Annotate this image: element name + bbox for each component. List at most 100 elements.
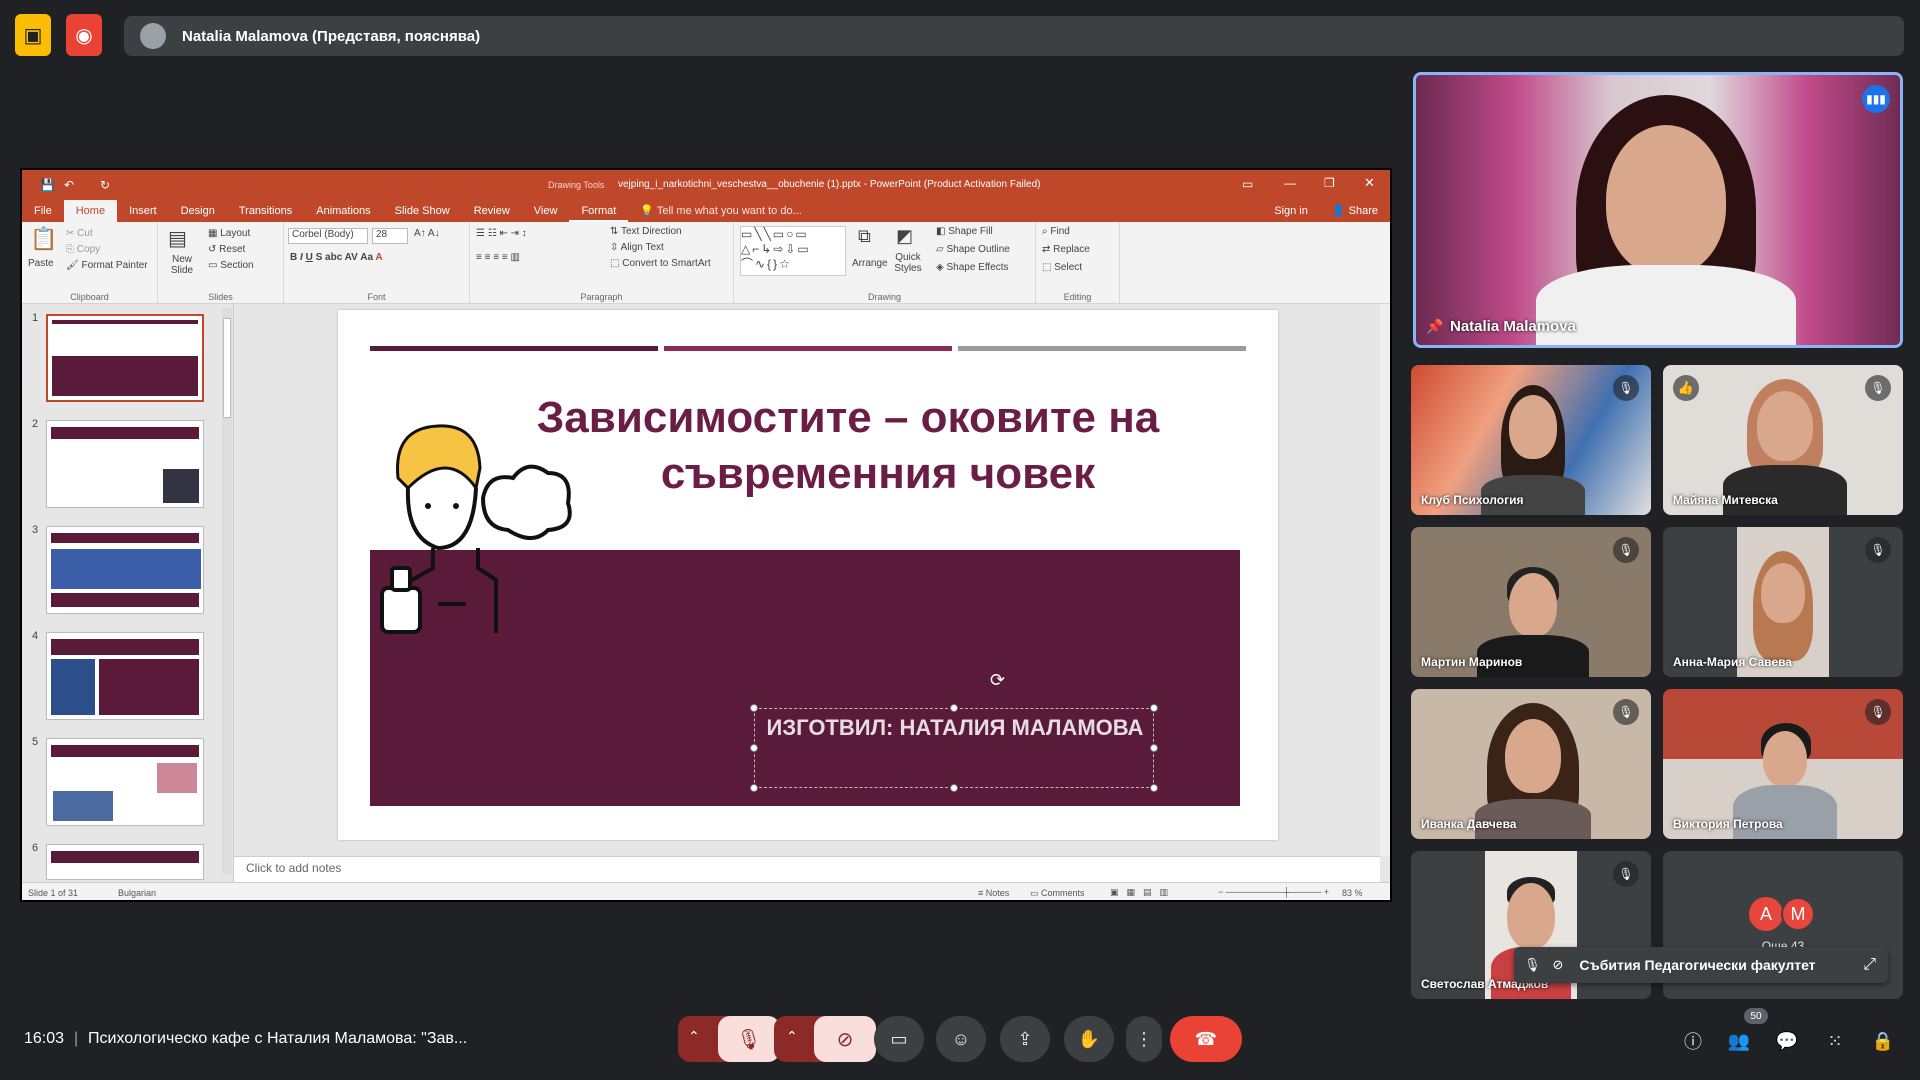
activities-icon[interactable]: ⁙ bbox=[1818, 1024, 1852, 1058]
raise-hand-button[interactable]: ✋ bbox=[1064, 1016, 1114, 1062]
font-grow-icon[interactable]: A↑ A↓ bbox=[414, 228, 440, 239]
participant-tile[interactable]: 🎙 Иванка Давчева bbox=[1411, 689, 1651, 839]
host-controls-icon[interactable]: 🔒 bbox=[1866, 1024, 1900, 1058]
notes-button[interactable]: ≡ Notes bbox=[978, 888, 1009, 898]
tab-insert[interactable]: Insert bbox=[117, 200, 169, 222]
slide-thumbnail-3[interactable] bbox=[46, 526, 204, 614]
presenter-tile[interactable]: ▮▮▮ Natalia Malamova 📌 bbox=[1413, 72, 1903, 348]
save-icon[interactable]: 💾 bbox=[40, 178, 55, 192]
font-size-box[interactable]: 28 bbox=[372, 228, 408, 244]
section-button[interactable]: ▭ Section bbox=[208, 260, 254, 271]
tab-format[interactable]: Format bbox=[569, 200, 629, 222]
author-textbox[interactable]: ИЗГОТВИЛ: НАТАЛИЯ МАЛАМОВА bbox=[754, 708, 1154, 788]
tab-transitions[interactable]: Transitions bbox=[227, 200, 304, 222]
zoom-slider[interactable]: − ─────────┼───── + bbox=[1218, 887, 1329, 897]
shape-outline-button[interactable]: ▱ Shape Outline bbox=[936, 244, 1010, 255]
restore-icon[interactable]: ❐ bbox=[1324, 176, 1335, 190]
list-icons[interactable]: ☰ ☷ ⇤ ⇥ ↕ bbox=[476, 228, 527, 239]
share-button[interactable]: 👤 Share bbox=[1320, 200, 1390, 222]
font-format-icons[interactable]: B I U S abc AV Aa A bbox=[290, 252, 383, 263]
replace-button[interactable]: ⇄ Replace bbox=[1042, 244, 1090, 255]
rotate-handle-icon[interactable]: ⟳ bbox=[990, 670, 1005, 691]
current-slide[interactable]: Зависимостите – оковите на съвременния ч… bbox=[338, 310, 1278, 840]
scroll-thumb[interactable] bbox=[223, 318, 231, 418]
new-slide-icon[interactable]: ▤ bbox=[168, 226, 187, 251]
camera-toggle-button[interactable]: ⊘ bbox=[814, 1016, 876, 1062]
sign-in-link[interactable]: Sign in bbox=[1262, 200, 1320, 222]
tab-animations[interactable]: Animations bbox=[304, 200, 382, 222]
chat-icon[interactable]: 💬 bbox=[1770, 1024, 1804, 1058]
resize-handle[interactable] bbox=[950, 784, 958, 792]
meeting-details-icon[interactable]: ⓘ bbox=[1676, 1024, 1710, 1058]
minimize-icon[interactable]: — bbox=[1284, 176, 1296, 190]
camera-options-chevron-icon[interactable]: ⌃ bbox=[786, 1028, 798, 1045]
resize-handle[interactable] bbox=[1150, 744, 1158, 752]
find-button[interactable]: ⌕ Find bbox=[1042, 226, 1070, 237]
pin-icon[interactable]: 📌 bbox=[1426, 318, 1443, 335]
comments-button[interactable]: ▭ Comments bbox=[1030, 888, 1085, 899]
tab-view[interactable]: View bbox=[522, 200, 570, 222]
format-painter-button[interactable]: 🖌 Format Painter bbox=[66, 260, 148, 271]
view-buttons[interactable]: ▣▦▤▥ bbox=[1110, 887, 1176, 898]
resize-handle[interactable] bbox=[750, 784, 758, 792]
text-direction-button[interactable]: ⇅ Text Direction bbox=[610, 226, 682, 237]
resize-handle[interactable] bbox=[750, 744, 758, 752]
slide-thumbnail-6[interactable] bbox=[46, 844, 204, 880]
paste-icon[interactable]: 📋 bbox=[30, 226, 57, 252]
slide-thumbnail-4[interactable] bbox=[46, 632, 204, 720]
mic-toggle-button[interactable]: 🎙 bbox=[718, 1016, 780, 1062]
ribbon-display-icon[interactable]: ▭ bbox=[1242, 177, 1253, 191]
undo-icon[interactable]: ↶ bbox=[64, 178, 74, 192]
tab-slide-show[interactable]: Slide Show bbox=[383, 200, 462, 222]
slide-scrollbar[interactable] bbox=[1380, 304, 1390, 856]
redo-icon[interactable]: ↻ bbox=[100, 178, 110, 192]
self-view-bar[interactable]: 🎙 ⊘ Събития Педагогически факултет ⤢ bbox=[1514, 947, 1888, 983]
slide-thumbnail-5[interactable] bbox=[46, 738, 204, 826]
slide-thumbnail-1[interactable] bbox=[46, 314, 204, 402]
select-button[interactable]: ⬚ Select bbox=[1042, 262, 1082, 273]
tab-file[interactable]: File bbox=[22, 200, 64, 222]
resize-handle[interactable] bbox=[750, 704, 758, 712]
resize-handle[interactable] bbox=[1150, 704, 1158, 712]
align-icons[interactable]: ≡ ≡ ≡ ≡ ▥ bbox=[476, 252, 520, 263]
resize-handle[interactable] bbox=[950, 704, 958, 712]
resize-handle[interactable] bbox=[1150, 784, 1158, 792]
quick-styles-button[interactable]: Quick Styles bbox=[892, 252, 924, 274]
leave-call-button[interactable]: ☎ bbox=[1170, 1016, 1242, 1062]
present-screen-button[interactable]: ⇪ bbox=[1000, 1016, 1050, 1062]
zoom-level[interactable]: 83 % bbox=[1342, 888, 1363, 898]
more-options-button[interactable]: ⋮ bbox=[1126, 1016, 1162, 1062]
participant-tile[interactable]: 🎙 Клуб Психология bbox=[1411, 365, 1651, 515]
camera-off-icon[interactable]: ⊘ bbox=[1553, 957, 1564, 973]
emoji-button[interactable]: ☺ bbox=[936, 1016, 986, 1062]
thumbs-scrollbar[interactable] bbox=[222, 308, 232, 874]
shape-effects-button[interactable]: ◈ Shape Effects bbox=[936, 262, 1009, 273]
mic-off-icon[interactable]: 🎙 bbox=[1524, 957, 1541, 973]
close-icon[interactable]: ✕ bbox=[1364, 175, 1375, 191]
copy-button[interactable]: ⎘ Copy bbox=[66, 244, 100, 255]
participant-tile[interactable]: 🎙 Виктория Петрова bbox=[1663, 689, 1903, 839]
arrange-icon[interactable]: ⧉ bbox=[858, 226, 871, 247]
layout-button[interactable]: ▦ Layout bbox=[208, 228, 250, 239]
arrange-button[interactable]: Arrange bbox=[852, 258, 888, 269]
new-slide-button[interactable]: New Slide bbox=[162, 254, 202, 276]
tell-me-box[interactable]: 💡 Tell me what you want to do... bbox=[628, 200, 813, 222]
participant-tile[interactable]: 🎙 Анна-Мария Савева bbox=[1663, 527, 1903, 677]
paste-button[interactable]: Paste bbox=[28, 258, 54, 269]
presenting-icon[interactable]: ▣ bbox=[15, 14, 51, 56]
expand-icon[interactable]: ⤢ bbox=[1863, 956, 1876, 974]
people-icon[interactable]: 👥 bbox=[1722, 1024, 1756, 1058]
participant-tile[interactable]: 👍 🎙 Майяна Митевска bbox=[1663, 365, 1903, 515]
captions-button[interactable]: ▭ bbox=[874, 1016, 924, 1062]
align-text-button[interactable]: ⇳ Align Text bbox=[610, 242, 664, 253]
shape-fill-button[interactable]: ◧ Shape Fill bbox=[936, 226, 993, 237]
tab-review[interactable]: Review bbox=[462, 200, 522, 222]
reset-button[interactable]: ↺ Reset bbox=[208, 244, 245, 255]
language-indicator[interactable]: Bulgarian bbox=[118, 888, 156, 898]
tab-home[interactable]: Home bbox=[63, 200, 118, 222]
recording-icon[interactable]: ◉ bbox=[66, 14, 102, 56]
mic-options-chevron-icon[interactable]: ⌃ bbox=[688, 1028, 700, 1045]
shapes-gallery[interactable]: ▭╲╲▭○▭ △⌐↳⇨⇩▭ ⌒∿{}☆ bbox=[740, 226, 846, 276]
participant-tile[interactable]: 🎙 Мартин Маринов bbox=[1411, 527, 1651, 677]
meeting-title[interactable]: Психологическо кафе с Наталия Маламова: … bbox=[88, 1030, 467, 1048]
